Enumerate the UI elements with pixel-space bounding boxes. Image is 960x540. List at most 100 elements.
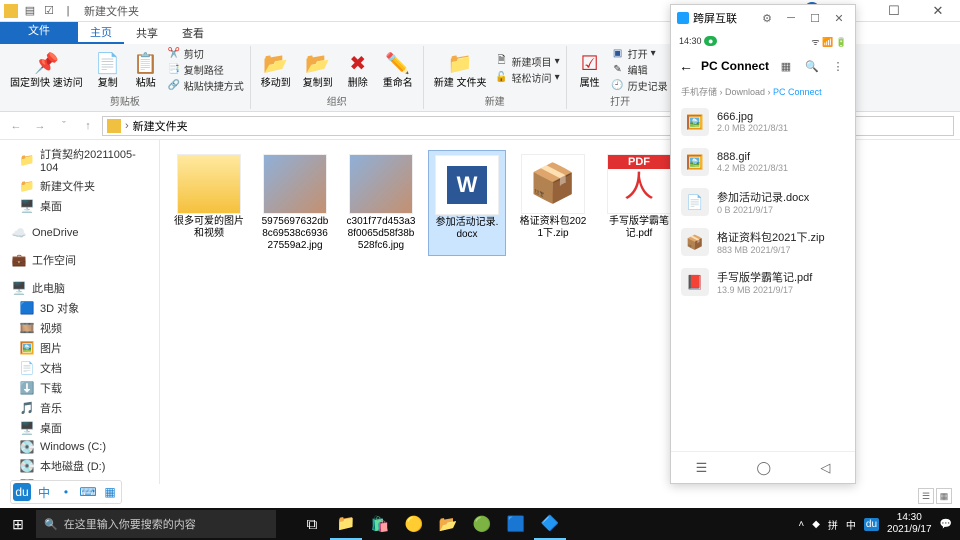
sidebar-item[interactable]: 🖥️桌面	[0, 196, 159, 216]
sidebar-item[interactable]: 🖥️桌面	[0, 418, 159, 438]
tab-share[interactable]: 共享	[124, 22, 170, 44]
app-folder[interactable]: 📂	[432, 508, 464, 540]
sidebar-item[interactable]: ⬇️下载	[0, 378, 159, 398]
sidebar-item[interactable]: 🖼️图片	[0, 338, 159, 358]
sidebar-item-label: 訂貨契約20211005-104	[40, 146, 151, 174]
app-chrome[interactable]: 🟡	[398, 508, 430, 540]
phone-more-icon[interactable]: ⋮	[829, 60, 847, 73]
phone-minimize-button[interactable]: ─	[781, 12, 801, 24]
sidebar-item[interactable]: 💽本地磁盘 (D:)	[0, 456, 159, 476]
ime-toolbar[interactable]: du 中 • ⌨ ▦	[10, 480, 122, 504]
tray-du-icon[interactable]: du	[864, 518, 879, 531]
ime-cn-icon[interactable]: 中	[35, 483, 53, 501]
tab-view[interactable]: 查看	[170, 22, 216, 44]
file-item[interactable]: 手写版学霸笔记.pdf	[600, 150, 678, 256]
tab-home[interactable]: 主页	[78, 22, 124, 44]
sidebar-item[interactable]: 🖥️此电脑	[0, 278, 159, 298]
sidebar-item[interactable]: 🎞️视频	[0, 318, 159, 338]
tab-file[interactable]: 文件	[0, 22, 78, 44]
file-item[interactable]: 参加活动记录.docx	[428, 150, 506, 256]
sidebar-item[interactable]: ☁️OneDrive	[0, 224, 159, 242]
sidebar-item[interactable]: 📁新建文件夹	[0, 176, 159, 196]
rename-button[interactable]: ✏️重命名	[379, 48, 417, 91]
copy-path-button[interactable]: 📑复制路径	[167, 62, 244, 77]
copy-button[interactable]: 📄复制	[91, 48, 125, 91]
sidebar-item[interactable]: 🟦3D 对象	[0, 298, 159, 318]
notifications-icon[interactable]: 💬	[940, 519, 952, 530]
tray-overflow-icon[interactable]: ˄	[798, 519, 804, 530]
sidebar-item[interactable]: 🎵音乐	[0, 398, 159, 418]
phone-file-item[interactable]: 📦格证资料包2021下.zip883 MB 2021/9/17	[671, 222, 855, 262]
move-to-button[interactable]: 📂移动到	[257, 48, 295, 91]
phone-grid-icon[interactable]: ▦	[777, 60, 795, 73]
nav-back-button[interactable]: ←	[6, 116, 26, 136]
sidebar-item-label: 桌面	[40, 198, 62, 214]
app-store[interactable]: 🛍️	[364, 508, 396, 540]
delete-button[interactable]: ✖删除	[341, 48, 375, 91]
phone-file-icon: 📕	[681, 268, 709, 296]
nav-recent-button[interactable]: ˇ	[54, 116, 74, 136]
phone-nav-menu[interactable]: ☰	[696, 460, 708, 476]
maximize-button[interactable]: ☐	[872, 0, 916, 22]
view-large-icon[interactable]: ▦	[936, 488, 952, 504]
app-explorer[interactable]: 📁	[330, 508, 362, 540]
phone-nav-back[interactable]: ◁	[820, 460, 830, 476]
start-button[interactable]: ⊞	[0, 516, 36, 533]
group-organize-label: 组织	[257, 93, 417, 109]
edit-button[interactable]: ✎编辑	[611, 62, 668, 77]
phone-file-item[interactable]: 📕手写版学霸笔记.pdf13.9 MB 2021/9/17	[671, 262, 855, 302]
sidebar-item[interactable]: 📄文档	[0, 358, 159, 378]
new-item-button[interactable]: 🗎新建项目 ▾	[495, 54, 560, 69]
app-phone-link[interactable]: 🔷	[534, 508, 566, 540]
breadcrumb-current[interactable]: 新建文件夹	[133, 118, 188, 134]
nav-up-button[interactable]: ↑	[78, 116, 98, 136]
app-outlook[interactable]: 🟦	[500, 508, 532, 540]
task-view-icon[interactable]: ⧉	[296, 508, 328, 540]
tray-ime-icon[interactable]: 拼	[828, 517, 838, 532]
history-button[interactable]: 🕘历史记录	[611, 78, 668, 93]
qat-check-icon[interactable]: ☑	[41, 3, 57, 19]
phone-close-button[interactable]: ✕	[829, 12, 849, 25]
phone-settings-icon[interactable]: ⚙	[757, 12, 777, 25]
sidebar-item-icon: 🎵	[20, 401, 34, 415]
phone-file-item[interactable]: 🖼️888.gif4.2 MB 2021/8/31	[671, 142, 855, 182]
sidebar-item-label: 工作空间	[32, 252, 76, 268]
app-wechat[interactable]: 🟢	[466, 508, 498, 540]
phone-file-item[interactable]: 🖼️666.jpg2.0 MB 2021/8/31	[671, 102, 855, 142]
taskbar-search[interactable]: 🔍 在这里输入你要搜索的内容	[36, 510, 276, 538]
close-button[interactable]: ✕	[916, 0, 960, 22]
file-thumbnail	[263, 154, 327, 214]
phone-back-button[interactable]: ←	[679, 58, 693, 74]
phone-search-icon[interactable]: 🔍	[803, 60, 821, 73]
sidebar-item[interactable]: 💽Windows (C:)	[0, 438, 159, 456]
file-item[interactable]: 很多可爱的图片和视频	[170, 150, 248, 256]
view-details-icon[interactable]: ☰	[918, 488, 934, 504]
tray-cn-icon[interactable]: 中	[846, 517, 856, 532]
open-button[interactable]: ▣打开 ▾	[611, 46, 668, 61]
file-item[interactable]: c301f77d453a38f0065d58f38b528fc6.jpg	[342, 150, 420, 256]
sidebar-item[interactable]: 📁訂貨契約20211005-104	[0, 144, 159, 176]
phone-file-icon: 🖼️	[681, 108, 709, 136]
phone-maximize-button[interactable]: ☐	[805, 12, 825, 25]
sidebar-item[interactable]: 💼工作空间	[0, 250, 159, 270]
paste-shortcut-button[interactable]: 🔗粘贴快捷方式	[167, 78, 244, 93]
cut-button[interactable]: ✂️剪切	[167, 46, 244, 61]
easy-access-button[interactable]: 🔓轻松访问 ▾	[495, 70, 560, 85]
new-folder-button[interactable]: 📁新建 文件夹	[430, 48, 491, 91]
ime-logo-icon[interactable]: du	[13, 483, 31, 501]
file-item[interactable]: 5975697632db8c69538c693627559a2.jpg	[256, 150, 334, 256]
paste-button[interactable]: 📋粘贴	[129, 48, 163, 91]
qat-save-icon[interactable]: ▤	[22, 3, 38, 19]
pin-button[interactable]: 📌固定到快 速访问	[6, 48, 87, 91]
ime-punct-icon[interactable]: •	[57, 483, 75, 501]
taskbar-clock[interactable]: 14:302021/9/17	[887, 512, 932, 536]
nav-forward-button[interactable]: →	[30, 116, 50, 136]
phone-nav-home[interactable]: ◯	[757, 460, 772, 476]
properties-button[interactable]: ☑属性	[573, 48, 607, 91]
phone-file-item[interactable]: 📄参加活动记录.docx0 B 2021/9/17	[671, 182, 855, 222]
copy-to-button[interactable]: 📂复制到	[299, 48, 337, 91]
tray-app-icon[interactable]: ◆	[812, 519, 820, 530]
ime-keyboard-icon[interactable]: ⌨	[79, 483, 97, 501]
file-item[interactable]: 格证资料包2021下.zip	[514, 150, 592, 256]
ime-grid-icon[interactable]: ▦	[101, 483, 119, 501]
